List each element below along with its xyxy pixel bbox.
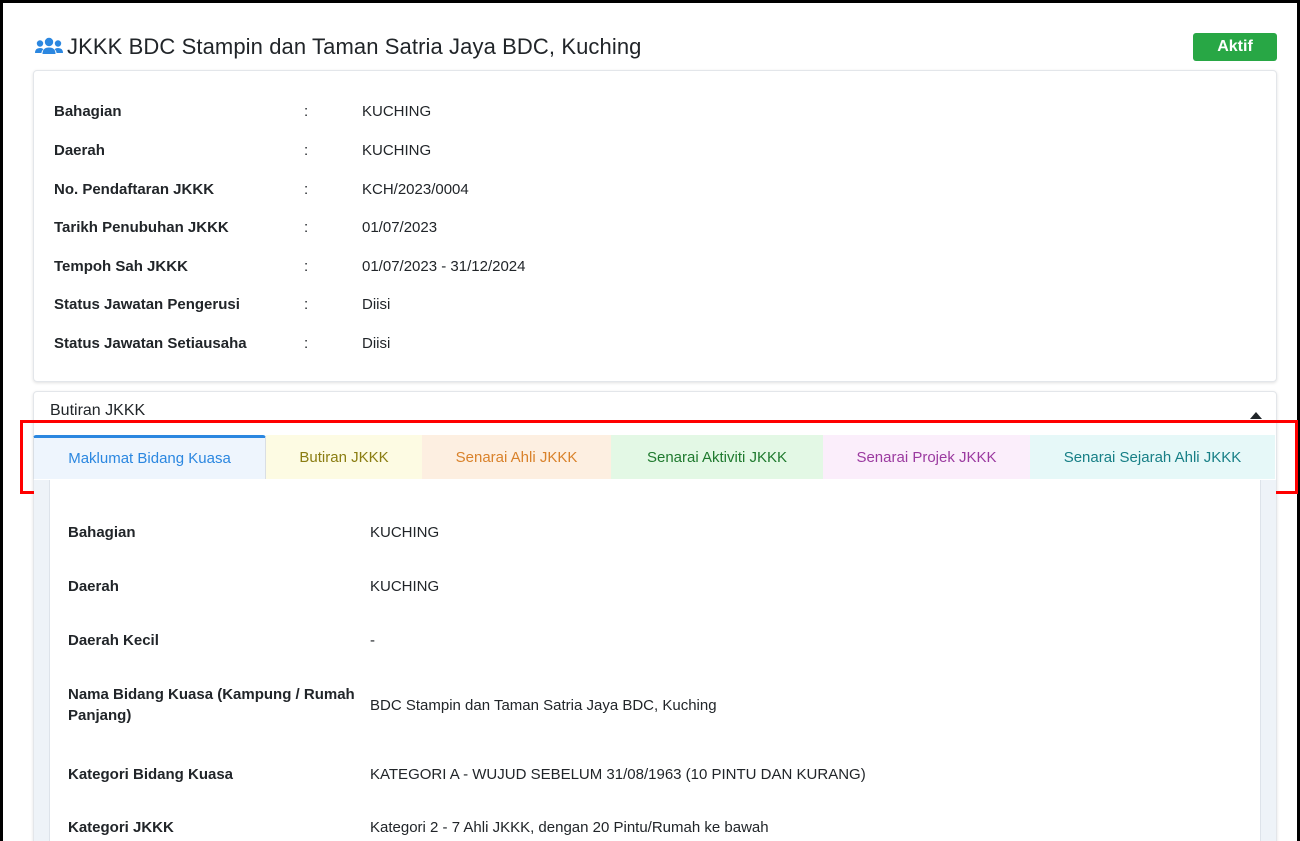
info-row-status-setiausaha: Status Jawatan Setiausaha : Diisi [54,333,390,353]
detail-value: KUCHING [370,578,440,595]
info-row-tarikh-penubuhan: Tarikh Penubuhan JKKK : 01/07/2023 [54,217,437,237]
info-row-no-pendaftaran: No. Pendaftaran JKKK : KCH/2023/0004 [54,179,469,199]
detail-row: Nama Bidang Kuasa (Kampung / Rumah Panja… [68,684,717,726]
info-row-bahagian: Bahagian : KUCHING [54,101,431,121]
info-value: Diisi [362,295,391,313]
info-label: No. Pendaftaran JKKK [54,180,215,198]
info-label: Tempoh Sah JKKK [54,257,188,275]
info-separator: : [304,180,309,198]
info-value: KUCHING [362,102,432,120]
info-separator: : [304,102,309,120]
info-separator: : [304,218,309,236]
detail-label: Daerah [68,578,119,595]
detail-value: - [370,632,375,649]
info-value: KUCHING [362,141,432,159]
info-separator: : [304,257,309,275]
info-label: Bahagian [54,102,122,120]
info-separator: : [304,295,309,313]
detail-row: Kategori Bidang Kuasa KATEGORI A - WUJUD… [68,764,866,785]
info-label: Status Jawatan Pengerusi [54,295,240,313]
detail-value: Kategori 2 - 7 Ahli JKKK, dengan 20 Pint… [370,819,769,836]
detail-label: Daerah Kecil [68,632,159,649]
info-separator: : [304,334,309,352]
collapse-caret-icon[interactable] [1250,412,1262,419]
info-label: Status Jawatan Setiausaha [54,334,247,352]
detail-label: Kategori JKKK [68,819,174,836]
detail-value: KATEGORI A - WUJUD SEBELUM 31/08/1963 (1… [370,766,866,783]
status-badge: Aktif [1193,33,1277,61]
info-value: KCH/2023/0004 [362,180,469,198]
detail-row: Daerah Kecil - [68,630,375,651]
detail-value: BDC Stampin dan Taman Satria Jaya BDC, K… [370,696,717,714]
detail-value: KUCHING [370,524,440,541]
users-icon [33,36,65,58]
info-label: Daerah [54,141,105,159]
butiran-heading: Butiran JKKK [50,402,146,419]
detail-row: Bahagian KUCHING [68,522,439,543]
page-header: JKKK BDC Stampin dan Taman Satria Jaya B… [33,30,1277,64]
content-border-right [1261,480,1276,841]
detail-label: Bahagian [68,524,136,541]
detail-label: Nama Bidang Kuasa (Kampung / Rumah Panja… [68,686,355,724]
info-row-status-pengerusi: Status Jawatan Pengerusi : Diisi [54,294,390,314]
info-row-tempoh-sah: Tempoh Sah JKKK : 01/07/2023 - 31/12/202… [54,256,525,276]
detail-row: Kategori JKKK Kategori 2 - 7 Ahli JKKK, … [68,817,769,838]
page-title: JKKK BDC Stampin dan Taman Satria Jaya B… [67,34,642,59]
info-value: 01/07/2023 [362,218,438,236]
info-card: Bahagian : KUCHING Daerah : KUCHING No. … [33,70,1277,382]
info-row-daerah: Daerah : KUCHING [54,140,431,160]
info-separator: : [304,141,309,159]
tab-content-panel: Bahagian KUCHING Daerah KUCHING Daerah K… [49,480,1261,841]
detail-label: Kategori Bidang Kuasa [68,766,234,783]
info-label: Tarikh Penubuhan JKKK [54,218,229,236]
info-value: 01/07/2023 - 31/12/2024 [362,257,526,275]
info-value: Diisi [362,334,391,352]
detail-row: Daerah KUCHING [68,576,439,597]
content-border-left [34,480,49,841]
